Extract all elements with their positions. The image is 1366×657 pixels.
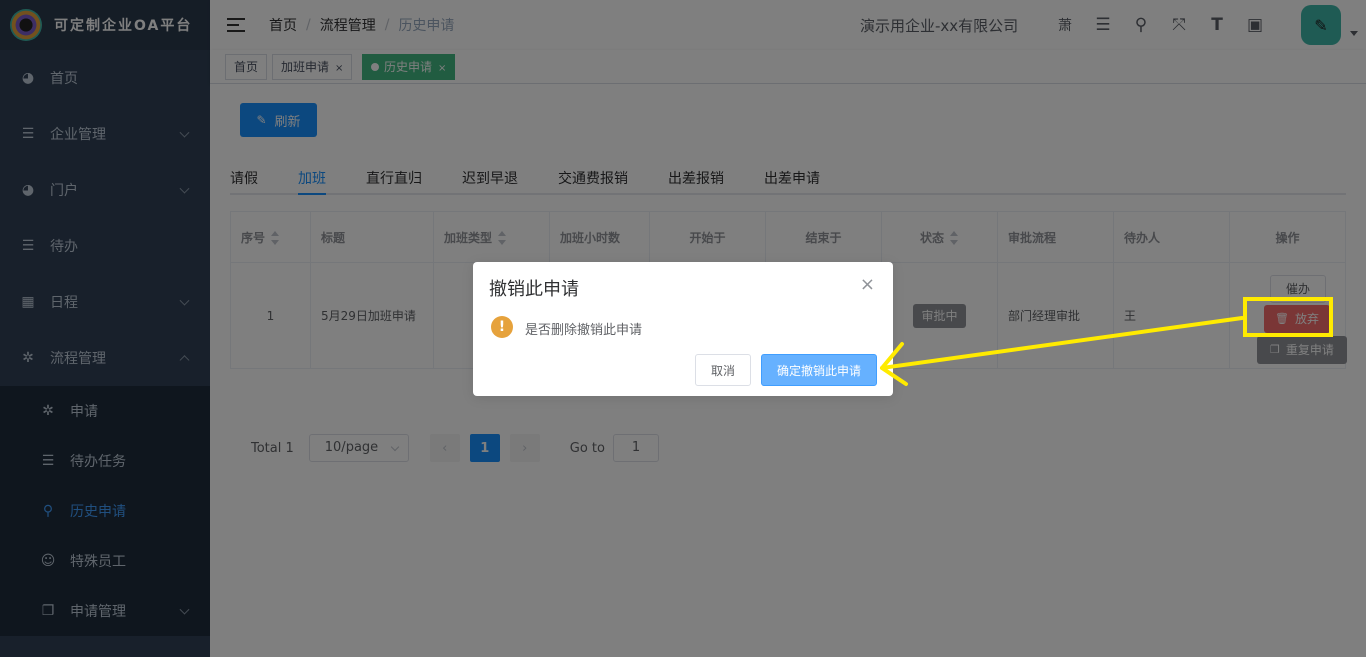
cancel-label: 取消 <box>710 363 735 378</box>
cancel-button[interactable]: 取消 <box>695 354 751 386</box>
confirm-dialog: 撤销此申请 × ! 是否删除撤销此申请 取消 确定撤销此申请 <box>473 262 893 396</box>
warning-icon: ! <box>491 316 513 338</box>
annotation-arrow <box>880 316 1244 386</box>
dialog-title: 撤销此申请 <box>489 279 579 300</box>
confirm-button[interactable]: 确定撤销此申请 <box>761 354 877 386</box>
dialog-message: 是否删除撤销此申请 <box>525 323 643 338</box>
confirm-label: 确定撤销此申请 <box>776 363 861 378</box>
close-icon[interactable]: × <box>860 276 875 294</box>
